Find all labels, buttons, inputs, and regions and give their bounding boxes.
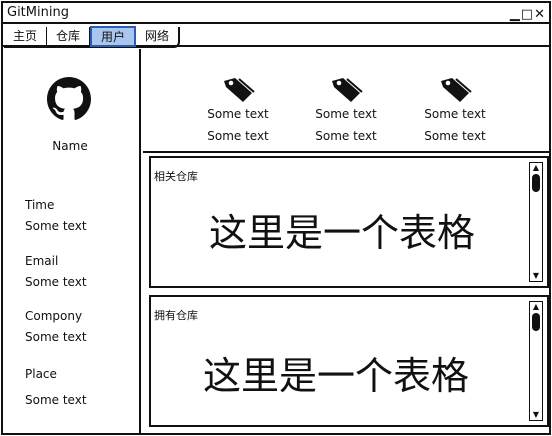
- profile-name: Name: [52, 139, 88, 153]
- profile-sidebar: Name Time Some text Email Some text Comp…: [3, 49, 141, 435]
- tag-icon: [224, 78, 255, 102]
- tag-icon: [441, 78, 472, 102]
- place-value: Some text: [25, 393, 87, 407]
- tab-list: 主页 仓库 用户 网络: [4, 26, 181, 48]
- owned-repos-panel[interactable]: 拥有仓库 这里是一个表格 ▲ ▼: [149, 295, 549, 427]
- scroll-thumb[interactable]: [532, 174, 540, 192]
- maximize-icon[interactable]: □: [521, 8, 533, 22]
- stat-line-1: Some text: [315, 107, 377, 121]
- stats-row: Some text Some text Some text Some text …: [143, 49, 549, 153]
- window-title: GitMining: [7, 5, 69, 20]
- scroll-down-icon[interactable]: ▼: [530, 271, 542, 281]
- company-value: Some text: [25, 330, 87, 344]
- company-label: Compony: [25, 309, 83, 323]
- tab-repositories[interactable]: 仓库: [47, 27, 91, 46]
- title-bar: GitMining ▁ □ ✕: [3, 3, 549, 24]
- stat-line-1: Some text: [424, 107, 486, 121]
- window-controls: ▁ □ ✕: [510, 4, 545, 22]
- tab-bar: 主页 仓库 用户 网络: [3, 26, 549, 48]
- tag-icon: [332, 78, 363, 102]
- app-window: GitMining ▁ □ ✕ 主页 仓库 用户 网络 Name Time So…: [1, 1, 551, 435]
- scroll-down-icon[interactable]: ▼: [530, 410, 542, 420]
- panel-title: 拥有仓库: [154, 309, 198, 322]
- tab-network[interactable]: 网络: [136, 27, 178, 46]
- scroll-up-icon[interactable]: ▲: [530, 302, 542, 312]
- panel-placeholder: 这里是一个表格: [203, 354, 470, 398]
- stat-line-2: Some text: [207, 129, 269, 143]
- scroll-up-icon[interactable]: ▲: [530, 163, 542, 173]
- stat-item: Some text Some text: [296, 75, 396, 147]
- stat-line-2: Some text: [315, 129, 377, 143]
- scrollbar[interactable]: ▲ ▼: [529, 301, 543, 421]
- close-icon[interactable]: ✕: [534, 8, 545, 22]
- email-value: Some text: [25, 275, 87, 289]
- time-value: Some text: [25, 219, 87, 233]
- stat-line-2: Some text: [424, 129, 486, 143]
- scroll-thumb[interactable]: [532, 313, 540, 331]
- scrollbar[interactable]: ▲ ▼: [529, 162, 543, 282]
- panel-placeholder: 这里是一个表格: [209, 211, 476, 255]
- tab-users[interactable]: 用户: [90, 26, 137, 47]
- stat-line-1: Some text: [207, 107, 269, 121]
- email-label: Email: [25, 254, 59, 268]
- place-label: Place: [25, 367, 57, 381]
- tab-home[interactable]: 主页: [4, 27, 48, 46]
- stat-item: Some text Some text: [188, 75, 288, 147]
- minimize-icon[interactable]: ▁: [510, 8, 520, 22]
- stat-item: Some text Some text: [405, 75, 505, 147]
- related-repos-panel[interactable]: 相关仓库 这里是一个表格 ▲ ▼: [149, 156, 549, 288]
- github-octocat-icon: [47, 77, 91, 120]
- panel-title: 相关仓库: [154, 170, 198, 183]
- time-label: Time: [25, 198, 55, 212]
